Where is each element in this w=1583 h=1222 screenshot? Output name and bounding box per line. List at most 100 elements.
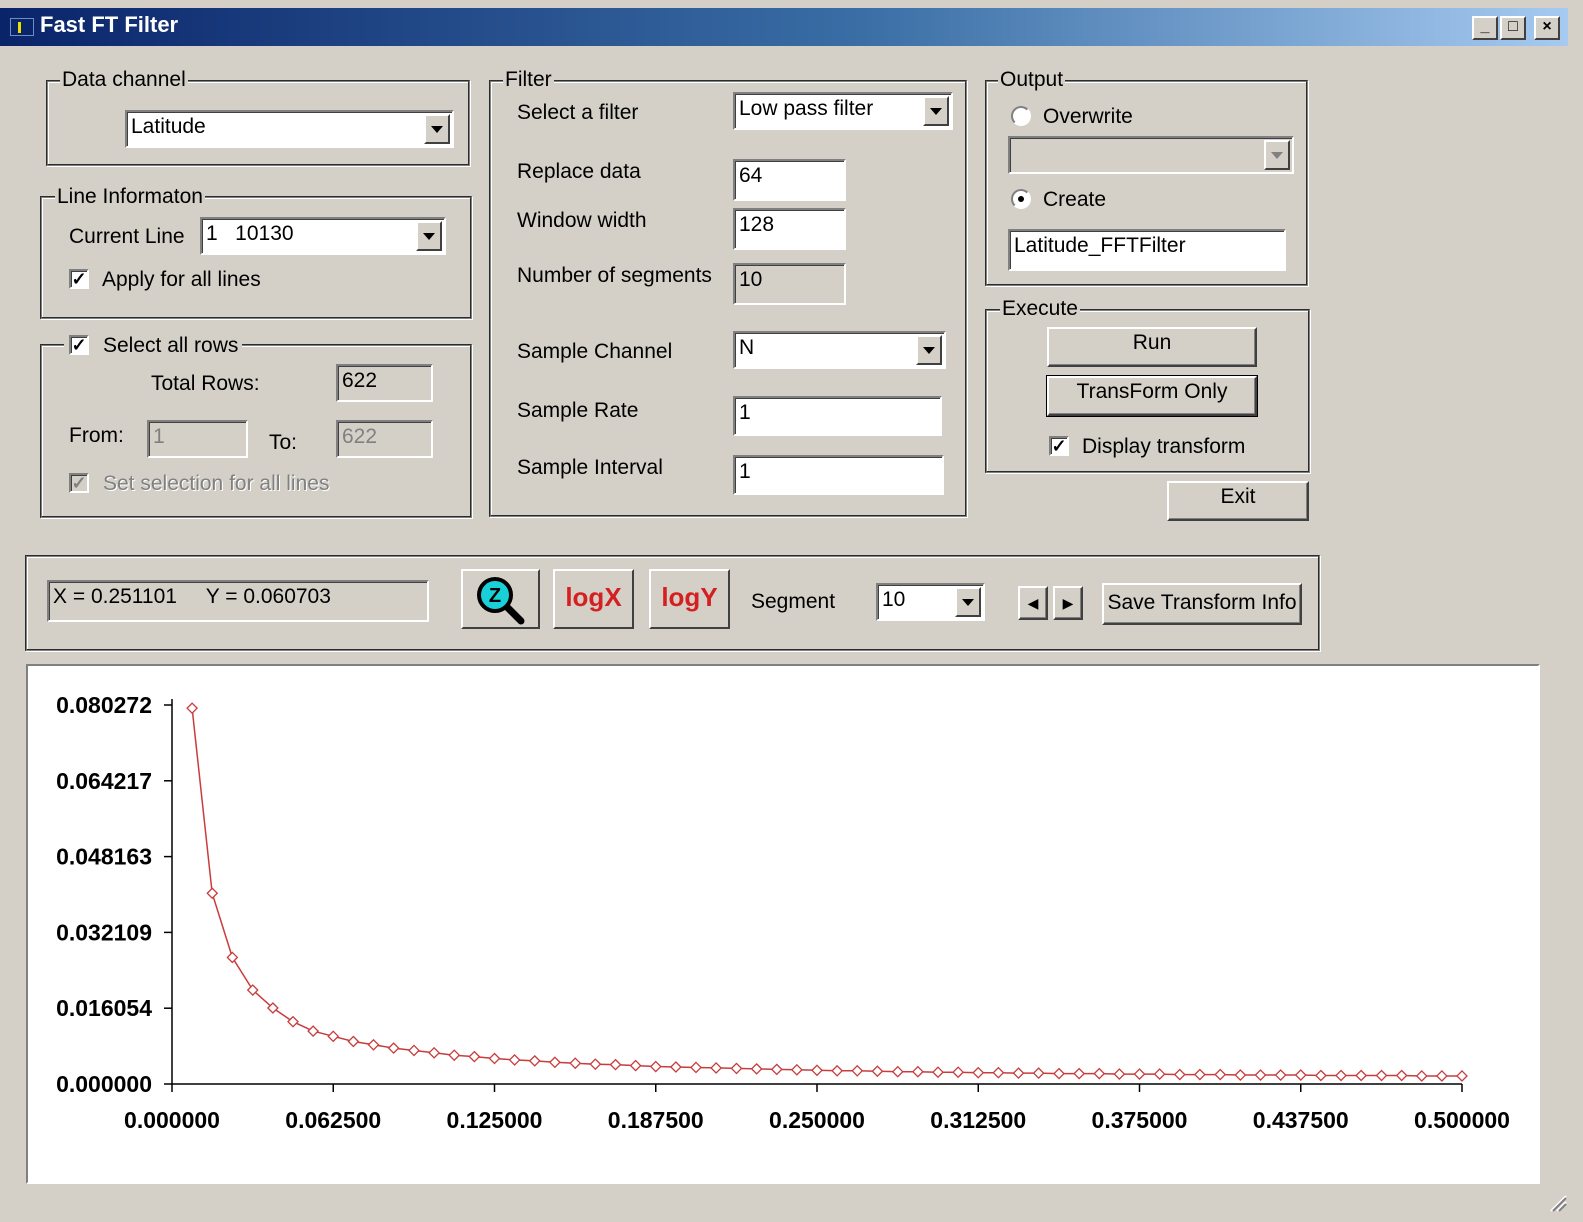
create-channel-input[interactable]: Latitude_FFTFilter [1008,229,1286,271]
segment-prev-button[interactable]: ◀ [1018,586,1048,620]
segment-select[interactable]: 10 [876,583,985,621]
apply-all-lines-label[interactable]: Apply for all lines [102,267,261,293]
segment-label: Segment [751,590,836,613]
x-tick-label: 0.000000 [124,1107,220,1133]
chevron-down-icon[interactable] [416,221,442,251]
chevron-down-icon[interactable] [424,114,450,144]
log-y-button[interactable]: logY [649,569,730,629]
segment-next-button[interactable]: ▶ [1053,586,1083,620]
data-point [327,1030,340,1043]
data-point [790,1063,803,1076]
maximize-button[interactable]: □ [1500,16,1526,40]
data-point [468,1050,481,1063]
output-legend: Output [998,68,1066,92]
data-point [287,1015,299,1028]
data-point [1173,1068,1186,1081]
create-label[interactable]: Create [1043,187,1106,213]
current-line-select[interactable]: 1 10130 [200,217,446,255]
window-width-input[interactable]: 128 [733,208,846,250]
chevron-down-icon[interactable] [923,96,949,126]
select-all-rows-label[interactable]: Select all rows [103,333,238,359]
triangle-right-icon: ▶ [1062,595,1074,611]
line-info-group [40,196,472,319]
data-point [1456,1070,1468,1082]
data-point [1294,1069,1307,1081]
sample-channel-select[interactable]: N [733,331,946,369]
apply-all-lines-checkbox[interactable]: ✓ [69,269,89,289]
display-transform-label[interactable]: Display transform [1082,434,1245,460]
sample-interval-input[interactable]: 1 [733,455,944,495]
spectrum-chart: 0.000000 0.062500 0.125000 0.187500 0.250000… [56,692,1510,1133]
data-point [448,1049,461,1062]
total-rows-label: Total Rows: [151,372,260,395]
replace-data-input[interactable]: 64 [733,159,846,201]
select-all-rows-checkbox[interactable]: ✓ [69,335,89,355]
save-transform-info-button[interactable]: Save Transform Info [1102,583,1302,625]
resize-grip-icon[interactable] [1547,1192,1567,1212]
coordinates-text: X = 0.251101 Y = 0.060703 [53,585,331,608]
app-icon[interactable] [10,18,34,36]
data-channel-value: Latitude [131,115,206,138]
exit-button[interactable]: Exit [1167,481,1309,521]
to-field: 622 [336,420,433,458]
chevron-down-icon[interactable] [916,335,942,365]
data-point [1214,1068,1227,1081]
y-tick-label: 0.048163 [56,844,152,870]
data-point [1375,1069,1388,1082]
sample-rate-input[interactable]: 1 [733,396,942,436]
num-segments-field: 10 [733,263,846,305]
minimize-button[interactable]: _ [1472,16,1498,40]
x-tick-label: 0.375000 [1092,1107,1188,1133]
select-filter-label: Select a filter [517,101,639,124]
series-line [191,708,1462,1077]
data-point [811,1064,823,1077]
data-point [488,1052,501,1065]
data-point [428,1046,441,1059]
data-point [408,1044,420,1057]
close-button[interactable]: × [1534,16,1560,40]
num-segments-label: Number of segments [517,264,712,287]
display-transform-checkbox[interactable]: ✓ [1049,436,1069,456]
filter-select[interactable]: Low pass filter [733,92,953,130]
data-point [911,1065,924,1078]
create-radio[interactable] [1011,189,1031,209]
data-point [972,1066,985,1079]
triangle-left-icon: ◀ [1027,595,1039,611]
data-point [1012,1067,1025,1080]
overwrite-radio[interactable] [1011,106,1031,126]
data-point [528,1054,541,1067]
x-tick-label: 0.062500 [285,1107,381,1133]
data-point [690,1061,702,1074]
data-point [1415,1070,1428,1082]
data-point [770,1063,783,1076]
data-point [1193,1068,1206,1081]
data-point [1032,1067,1045,1080]
chevron-down-icon [1264,140,1290,170]
zoom-button[interactable]: Z [461,569,540,629]
data-channel-select[interactable]: Latitude [125,110,454,148]
data-point [1234,1069,1247,1081]
spectrum-plot[interactable]: 0.000000 0.062500 0.125000 0.187500 0.250000… [26,664,1540,1184]
data-channel-legend: Data channel [60,68,188,92]
overwrite-label[interactable]: Overwrite [1043,104,1133,130]
log-x-button[interactable]: logX [553,569,634,629]
data-point [1113,1068,1126,1081]
sample-channel-label: Sample Channel [517,340,673,363]
data-point [952,1066,965,1079]
y-tick-label: 0.016054 [56,995,152,1021]
data-point [226,951,239,964]
data-point [1053,1067,1065,1080]
transform-only-button[interactable]: TransForm Only [1046,375,1258,417]
data-point [1093,1067,1106,1080]
data-point [186,702,199,715]
title-bar: Fast FT Filter _ □ × [0,8,1568,46]
data-point [730,1062,743,1075]
run-button[interactable]: Run [1047,327,1257,367]
chevron-down-icon[interactable] [955,587,981,617]
data-point [347,1035,360,1048]
overwrite-channel-select [1008,136,1294,174]
data-point [851,1064,864,1077]
data-point [871,1065,884,1078]
y-tick-label: 0.000000 [56,1071,152,1097]
x-tick-label: 0.187500 [608,1107,704,1133]
